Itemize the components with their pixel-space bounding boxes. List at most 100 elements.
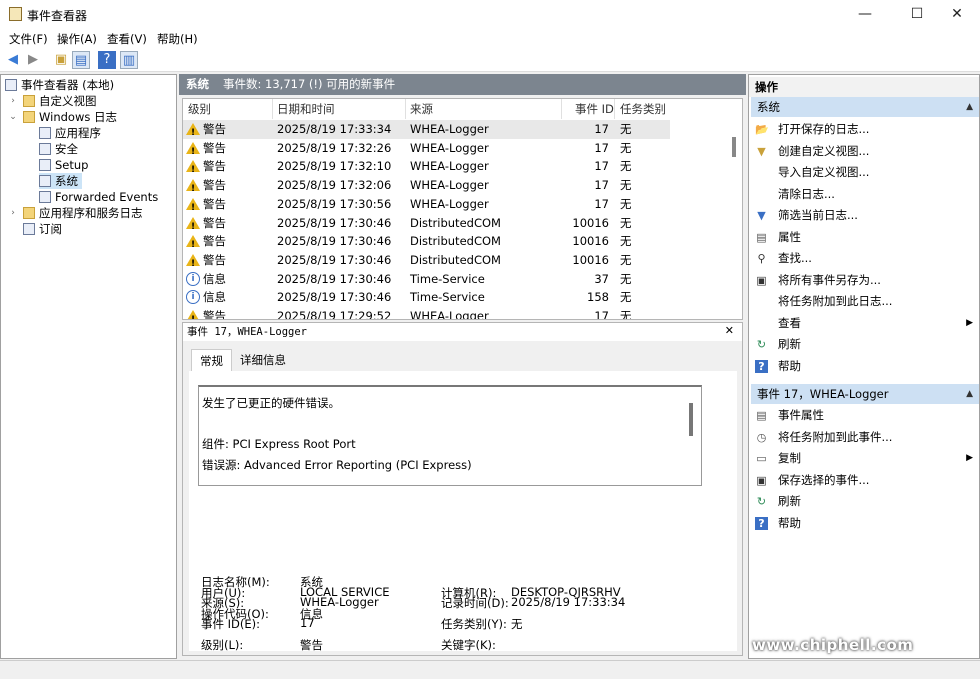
warning-icon — [186, 310, 200, 319]
action-label: 帮助 — [778, 358, 801, 373]
action-item[interactable]: ↻ 刷新 — [749, 491, 979, 512]
action-item[interactable]: ▼ 筛选当前日志... — [749, 205, 979, 226]
tree-security[interactable]: 安全 — [39, 141, 78, 157]
tree-system[interactable]: 系统 — [39, 173, 82, 189]
info-icon: i — [186, 290, 200, 305]
show-hide-tree-icon[interactable]: ▤ — [72, 51, 90, 69]
cell-task: 无 — [620, 122, 632, 136]
back-icon[interactable]: ◀ — [4, 51, 22, 69]
show-hide-actions-icon[interactable]: ▥ — [120, 51, 138, 69]
message-scrollbar[interactable] — [689, 403, 693, 436]
action-label: 刷新 — [778, 494, 801, 508]
menu-help[interactable]: 帮助(H) — [157, 31, 198, 47]
table-row[interactable]: 警告 2025/8/19 17:30:46 DistributedCOM 10016 无 — [183, 232, 670, 255]
tree-application-label: 应用程序 — [55, 126, 101, 140]
copy-icon: ▭ — [756, 452, 767, 465]
action-item[interactable]: 查看 ▶ — [749, 313, 979, 334]
tree-setup[interactable]: Setup — [39, 157, 88, 173]
tree-forwarded-events[interactable]: Forwarded Events — [39, 189, 158, 205]
field-label: 关键字(K): — [441, 638, 496, 652]
action-item[interactable]: ▣ 将所有事件另存为... — [749, 270, 979, 291]
save-icon: ▣ — [756, 473, 767, 487]
action-label: 将任务附加到此事件... — [778, 429, 893, 444]
actions-section-event[interactable]: 事件 17，WHEA-Logger ▲ — [751, 384, 979, 404]
collapse-arrow-icon[interactable]: ⌄ — [8, 112, 18, 122]
action-item[interactable]: ▤ 事件属性 — [749, 405, 979, 426]
cell-event-id: 10016 — [572, 215, 609, 230]
cell-source: WHEA-Logger — [410, 196, 489, 211]
table-row[interactable]: i 信息 2025/8/19 17:30:46 Time-Service 37 无 — [183, 270, 670, 289]
action-label: 将所有事件另存为... — [778, 272, 881, 287]
up-folder-icon[interactable]: ▣ — [52, 51, 70, 69]
forward-icon[interactable]: ▶ — [24, 51, 42, 69]
tree-custom-views[interactable]: 自定义视图 — [23, 93, 97, 109]
table-row[interactable]: 警告 2025/8/19 17:30:46 DistributedCOM 10016 无 — [183, 251, 670, 274]
table-row[interactable]: 警告 2025/8/19 17:30:46 DistributedCOM 10016 无 — [183, 214, 670, 237]
properties-icon: ▤ — [756, 409, 767, 422]
table-row[interactable]: 警告 2025/8/19 17:32:06 WHEA-Logger 17 无 — [183, 176, 670, 199]
action-item[interactable]: ⚲ 查找... — [749, 248, 979, 269]
action-item[interactable]: ▭ 复制 ▶ — [749, 448, 979, 469]
col-datetime[interactable]: 日期和时间 — [277, 99, 335, 119]
menu-view[interactable]: 查看(V) — [107, 31, 147, 47]
action-label: 事件属性 — [778, 408, 824, 422]
cell-task: 无 — [620, 252, 632, 267]
detail-close-icon[interactable]: ✕ — [725, 324, 734, 337]
action-item[interactable]: 清除日志... — [749, 184, 979, 205]
tree-application[interactable]: 应用程序 — [39, 125, 101, 141]
menu-file[interactable]: 文件(F) — [9, 31, 48, 47]
table-row[interactable]: 警告 2025/8/19 17:32:10 WHEA-Logger 17 无 — [183, 157, 670, 180]
col-event-id[interactable]: 事件 ID — [575, 99, 614, 119]
cell-level: 警告 — [203, 309, 226, 320]
minimize-button[interactable]: — — [842, 0, 888, 28]
computer-value: DESKTOP-QJRSRHV — [511, 585, 621, 599]
cell-task: 无 — [620, 271, 632, 286]
tree-security-label: 安全 — [55, 142, 78, 156]
table-row[interactable]: 警告 2025/8/19 17:32:26 WHEA-Logger 17 无 — [183, 139, 670, 162]
col-task[interactable]: 任务类别 — [620, 99, 666, 119]
help-icon[interactable]: ? — [98, 51, 116, 69]
menu-bar: 文件(F) 操作(A) 查看(V) 帮助(H) — [0, 28, 980, 48]
table-row[interactable]: i 信息 2025/8/19 17:30:46 Time-Service 158 无 — [183, 288, 670, 307]
action-label: 清除日志... — [778, 186, 835, 201]
actions-section-system[interactable]: 系统 ▲ — [751, 97, 979, 117]
col-source[interactable]: 来源 — [410, 99, 433, 119]
toolbar: ◀ ▶ ▣ ▤ ? ▥ — [0, 48, 980, 72]
action-item[interactable]: 将任务附加到此日志... — [749, 291, 979, 312]
event-message-box[interactable]: 发生了已更正的硬件错误。 组件: PCI Express Root Port 错… — [198, 385, 702, 486]
tab-details[interactable]: 详细信息 — [232, 349, 294, 371]
tree-setup-label: Setup — [55, 158, 89, 172]
action-item[interactable]: 导入自定义视图... — [749, 162, 979, 183]
action-item[interactable]: ? 帮助 — [749, 513, 979, 534]
refresh-icon: ↻ — [756, 338, 767, 351]
tab-general[interactable]: 常规 — [191, 349, 232, 371]
table-row[interactable]: 警告 2025/8/19 17:33:34 WHEA-Logger 17 无 — [183, 120, 670, 143]
action-item[interactable]: ▣ 保存选择的事件... — [749, 470, 979, 491]
close-button[interactable]: ✕ — [934, 0, 980, 28]
refresh-icon: ↻ — [756, 495, 767, 508]
tree-apps-services-logs[interactable]: 应用程序和服务日志 — [23, 205, 143, 221]
action-item[interactable]: ↻ 刷新 — [749, 334, 979, 355]
action-label: 刷新 — [778, 337, 801, 351]
tree-root[interactable]: 事件查看器 (本地) — [5, 77, 114, 93]
tree-windows-logs[interactable]: Windows 日志 — [23, 109, 117, 125]
action-item[interactable]: ▼ 创建自定义视图... — [749, 141, 979, 162]
table-row[interactable]: 警告 2025/8/19 17:29:52 WHEA-Logger 17 无 — [183, 307, 670, 320]
expand-arrow-icon[interactable]: › — [8, 208, 18, 218]
action-item[interactable]: 📂 打开保存的日志... — [749, 119, 979, 140]
cell-datetime: 2025/8/19 17:30:46 — [277, 271, 392, 286]
table-row[interactable]: 警告 2025/8/19 17:30:56 WHEA-Logger 17 无 — [183, 195, 670, 218]
col-level[interactable]: 级别 — [188, 99, 211, 119]
action-item[interactable]: ◷ 将任务附加到此事件... — [749, 427, 979, 448]
menu-action[interactable]: 操作(A) — [57, 31, 97, 47]
action-item[interactable]: ? 帮助 — [749, 356, 979, 377]
tree-subscriptions[interactable]: 订阅 — [23, 221, 62, 237]
cell-datetime: 2025/8/19 17:30:46 — [277, 234, 392, 249]
list-scrollbar[interactable] — [732, 137, 736, 157]
event-count: 事件数: 13,717 (!) 可用的新事件 — [223, 77, 396, 91]
action-item[interactable]: ▤ 属性 — [749, 227, 979, 248]
field-label: 任务类别(Y): — [441, 617, 507, 631]
folder-icon — [23, 95, 35, 107]
expand-arrow-icon[interactable]: › — [8, 96, 18, 106]
cell-task: 无 — [620, 178, 632, 193]
